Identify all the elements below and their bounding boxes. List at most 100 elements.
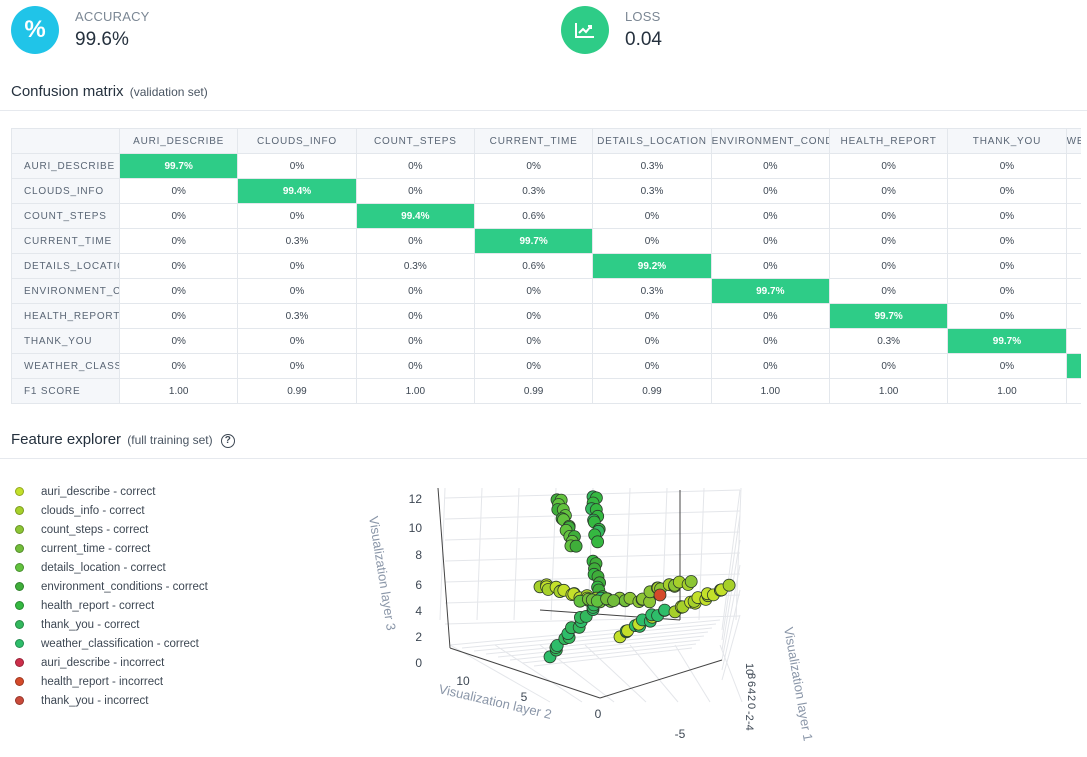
- matrix-cell: 0%: [947, 228, 1067, 254]
- feature-explorer-3d-plot[interactable]: 1210864201050-51086420-2-4 Visualization…: [350, 470, 870, 757]
- legend-marker: [15, 563, 24, 572]
- matrix-cell: 0%: [592, 228, 712, 254]
- matrix-cell: 0%: [947, 178, 1067, 204]
- row-header: THANK_YOU: [11, 328, 120, 354]
- legend-item[interactable]: auri_describe - incorrect: [15, 653, 208, 672]
- confusion-matrix: AURI_DESCRIBE CLOUDS_INFO COUNT_STEPS CURRE…: [11, 128, 1081, 404]
- legend-label: thank_you - incorrect: [41, 694, 149, 707]
- legend-item[interactable]: health_report - incorrect: [15, 672, 208, 691]
- percent-icon: %: [11, 6, 59, 54]
- matrix-corner: [11, 128, 120, 154]
- matrix-cell-correct: 99.7%: [947, 328, 1067, 354]
- legend-marker: [15, 696, 24, 705]
- column-header: DETAILS_LOCATION: [592, 128, 712, 154]
- legend-item[interactable]: thank_you - incorrect: [15, 691, 208, 710]
- legend-item[interactable]: health_report - correct: [15, 596, 208, 615]
- legend-marker: [15, 639, 24, 648]
- row-header: COUNT_STEPS: [11, 203, 120, 229]
- matrix-row: HEALTH_REPORT0%0.3%0%0%0%0%99.7%0%0%: [11, 303, 1081, 329]
- matrix-cell: 0%: [355, 303, 475, 329]
- legend-marker: [15, 506, 24, 515]
- matrix-cell: 0%: [710, 303, 830, 329]
- matrix-cell: 0%: [592, 303, 712, 329]
- f1-score-label: F1 SCORE: [11, 378, 120, 404]
- matrix-cell: 0%: [947, 278, 1067, 304]
- matrix-cell: 0%: [710, 203, 830, 229]
- matrix-cell: 0%: [355, 353, 475, 379]
- legend-item[interactable]: auri_describe - correct: [15, 482, 208, 501]
- axis-tick-label: 8: [415, 548, 422, 562]
- matrix-cell: 0%: [237, 203, 357, 229]
- matrix-cell: 0%: [828, 153, 949, 179]
- axis-tick-label: 2: [745, 695, 757, 701]
- legend-label: current_time - correct: [41, 542, 151, 555]
- row-header: AURI_DESCRIBE: [11, 153, 120, 179]
- matrix-cell: 0.3%: [592, 278, 712, 304]
- matrix-cell: 0%: [947, 353, 1067, 379]
- matrix-cell: 0%: [118, 328, 239, 354]
- legend-item[interactable]: details_location - correct: [15, 558, 208, 577]
- axis-tick-label: 6: [745, 681, 757, 687]
- data-point: [607, 594, 621, 608]
- matrix-cell: 0%: [592, 203, 712, 229]
- f1-score-cell: 1.00: [1065, 378, 1081, 404]
- axis-tick-label: -5: [675, 727, 686, 741]
- loss-value: 0.04: [625, 29, 662, 50]
- legend-label: environment_conditions - correct: [41, 580, 208, 593]
- column-header: CLOUDS_INFO: [237, 128, 357, 154]
- section-divider: [0, 110, 1087, 111]
- data-point: [591, 535, 605, 549]
- matrix-cell: 0%: [947, 253, 1067, 279]
- matrix-row: DETAILS_LOCATION0%0%0.3%0.6%99.2%0%0%0%0…: [11, 253, 1081, 279]
- matrix-cell-correct: 100%: [1065, 353, 1081, 379]
- legend-label: health_report - incorrect: [41, 675, 164, 688]
- legend-item[interactable]: weather_classification - correct: [15, 634, 208, 653]
- matrix-cell: 0%: [1065, 153, 1081, 179]
- legend-item[interactable]: thank_you - correct: [15, 615, 208, 634]
- matrix-cell: 0%: [1065, 278, 1081, 304]
- matrix-cell: 0%: [947, 153, 1067, 179]
- legend-item[interactable]: clouds_info - correct: [15, 501, 208, 520]
- matrix-cell: 0%: [355, 328, 475, 354]
- matrix-cell: 0%: [710, 228, 830, 254]
- matrix-cell: 0%: [118, 303, 239, 329]
- matrix-cell: 0%: [473, 153, 594, 179]
- matrix-cell: 0%: [355, 153, 475, 179]
- matrix-cell: 0%: [592, 353, 712, 379]
- matrix-cell: 0%: [710, 153, 830, 179]
- legend-item[interactable]: current_time - correct: [15, 539, 208, 558]
- legend-item[interactable]: environment_conditions - correct: [15, 577, 208, 596]
- legend-label: thank_you - correct: [41, 618, 140, 631]
- matrix-cell: 0.3%: [237, 303, 357, 329]
- matrix-cell: 0%: [237, 278, 357, 304]
- matrix-cell: 0%: [710, 328, 830, 354]
- confusion-matrix-title: Confusion matrix: [11, 83, 124, 100]
- legend-marker: [15, 582, 24, 591]
- column-header: CURRENT_TIME: [473, 128, 594, 154]
- matrix-cell: 0%: [118, 228, 239, 254]
- data-point: [684, 575, 698, 588]
- axis-tick-label: -2: [743, 711, 755, 721]
- axis-tick-label: 4: [745, 688, 757, 694]
- matrix-cell: 0%: [1065, 303, 1081, 329]
- question-circle-icon[interactable]: ?: [220, 434, 235, 448]
- matrix-cell-correct: 99.4%: [355, 203, 475, 229]
- matrix-cell: 0%: [1065, 203, 1081, 229]
- feature-explorer-subtitle: (full training set): [127, 433, 213, 447]
- row-header: DETAILS_LOCATION: [11, 253, 120, 279]
- data-point: [569, 539, 583, 553]
- matrix-row: AURI_DESCRIBE99.7%0%0%0%0.3%0%0%0%0%: [11, 153, 1081, 179]
- legend-marker: [15, 677, 24, 686]
- matrix-cell: 0%: [355, 178, 475, 204]
- matrix-cell: 0%: [710, 178, 830, 204]
- matrix-cell: 0.3%: [237, 228, 357, 254]
- matrix-cell: 0%: [947, 303, 1067, 329]
- legend-item[interactable]: count_steps - correct: [15, 520, 208, 539]
- grid-line: [461, 623, 717, 649]
- chart-trend-icon: [561, 6, 609, 54]
- x-axis-label: Visualization layer 1: [781, 626, 816, 742]
- legend-marker: [15, 525, 24, 534]
- matrix-cell: 0.3%: [592, 153, 712, 179]
- axis-tick-label: 0: [415, 656, 422, 670]
- matrix-cell: 0%: [237, 153, 357, 179]
